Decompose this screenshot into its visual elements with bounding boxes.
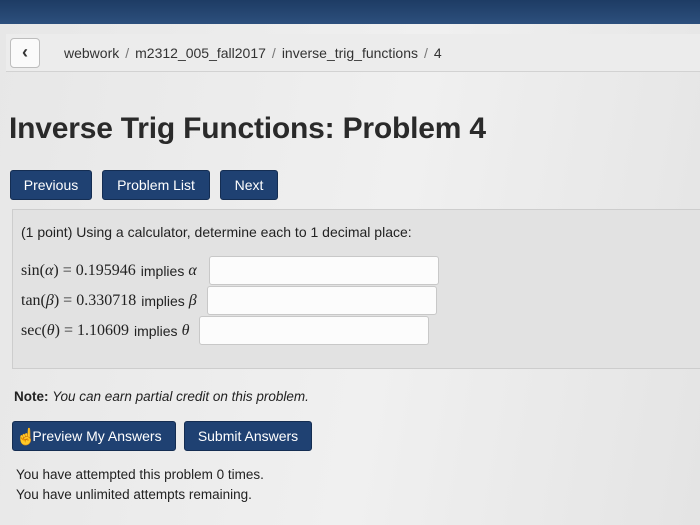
answer-row-sec: sec(θ) = 1.10609 implies θ [21, 316, 430, 345]
answer-row-sin: sin(α) = 0.195946 implies α [21, 256, 439, 285]
webwork-page: ‹ webwork / m2312_005_fall2017 / inverse… [0, 24, 700, 525]
sin-expression: sin(α) = 0.195946 [21, 261, 136, 279]
alpha-answer-input[interactable] [208, 256, 439, 285]
chevron-left-icon: ‹ [22, 42, 28, 62]
tan-expression: tan(β) = 0.330718 [21, 291, 137, 309]
theta-symbol: θ [181, 321, 190, 339]
breadcrumb-item-course[interactable]: m2312_005_fall2017 [135, 45, 266, 61]
breadcrumb-item-set[interactable]: inverse_trig_functions [282, 45, 418, 61]
partial-credit-note: Note: You can earn partial credit on thi… [14, 389, 309, 404]
back-button[interactable]: ‹ [10, 37, 40, 68]
sec-expression: sec(θ) = 1.10609 [21, 321, 129, 339]
submit-answers-button[interactable]: Submit Answers [184, 421, 312, 451]
breadcrumb-bar: ‹ webwork / m2312_005_fall2017 / inverse… [6, 34, 700, 72]
problem-navigation: Previous Problem List Next [10, 170, 278, 200]
breadcrumb-separator: / [424, 44, 428, 61]
beta-answer-input[interactable] [206, 286, 437, 315]
implies-label: implies [140, 262, 185, 279]
next-button[interactable]: Next [220, 170, 278, 200]
implies-label: implies [141, 292, 185, 309]
answer-row-tan: tan(β) = 0.330718 implies β [21, 286, 437, 315]
theta-answer-input[interactable] [199, 316, 430, 345]
preview-button-wrap: Preview My Answers ☝ [12, 421, 176, 451]
previous-button[interactable]: Previous [10, 170, 92, 200]
attempts-remaining: You have unlimited attempts remaining. [16, 487, 252, 502]
note-text: You can earn partial credit on this prob… [52, 389, 309, 404]
breadcrumb-separator: / [271, 44, 276, 61]
hand-cursor-icon: ☝ [16, 429, 36, 446]
submission-actions: Preview My Answers ☝ Submit Answers [12, 421, 312, 451]
beta-symbol: β [188, 291, 197, 309]
implies-label: implies [133, 322, 178, 339]
problem-box: (1 point) Using a calculator, determine … [12, 209, 700, 369]
breadcrumb-item-course-root[interactable]: webwork [64, 45, 119, 61]
attempts-count: You have attempted this problem 0 times. [16, 467, 264, 482]
breadcrumb-separator: / [125, 44, 130, 61]
problem-intro: (1 point) Using a calculator, determine … [21, 224, 412, 240]
preview-answers-button[interactable]: Preview My Answers [12, 421, 176, 451]
note-label: Note: [14, 389, 49, 404]
attempts-info: You have attempted this problem 0 times.… [16, 465, 264, 505]
page-title: Inverse Trig Functions: Problem 4 [9, 112, 486, 145]
problem-list-button[interactable]: Problem List [102, 170, 210, 200]
breadcrumb: webwork / m2312_005_fall2017 / inverse_t… [64, 45, 442, 61]
breadcrumb-item-problem: 4 [433, 44, 442, 61]
browser-top-bar [0, 0, 700, 24]
alpha-symbol: α [188, 261, 197, 279]
